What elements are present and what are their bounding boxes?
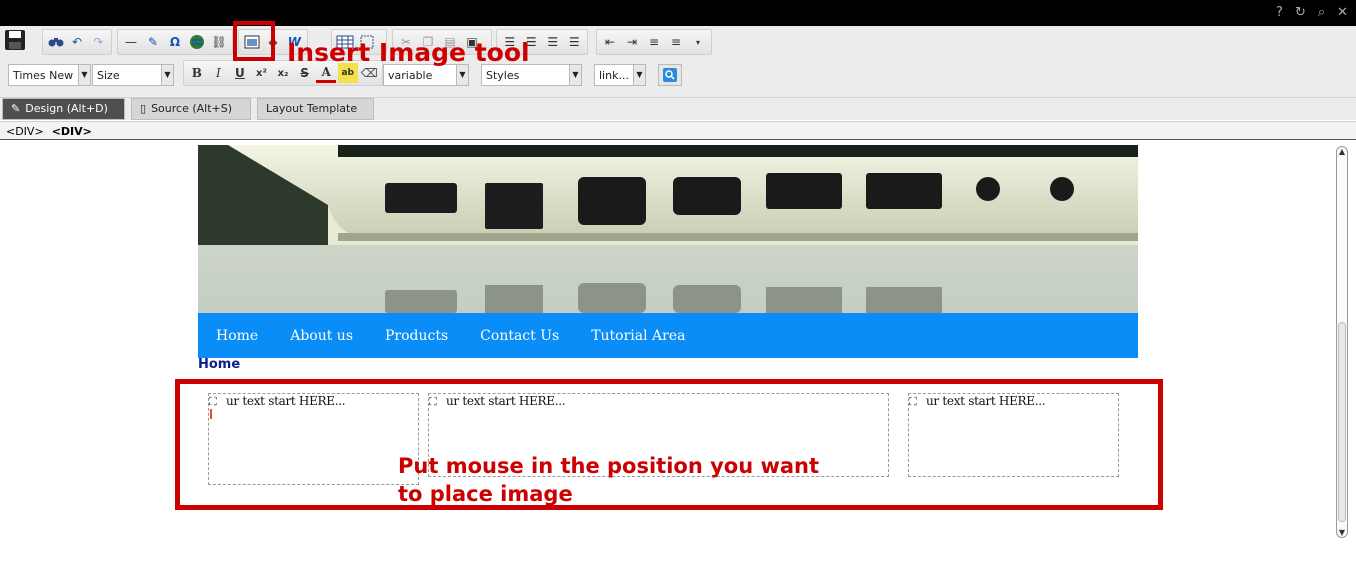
chevron-down-icon: ▼ xyxy=(161,65,173,85)
hero-image xyxy=(198,145,1138,313)
list-group: ⇤ ⇥ ≡ ≡ ▾ xyxy=(596,29,712,55)
special-char-icon[interactable]: Ω xyxy=(165,32,185,52)
path-item-current[interactable]: <DIV> xyxy=(52,125,92,138)
content-column-3[interactable]: ⛶ ur text start HERE... xyxy=(908,393,1119,477)
tab-layout-template[interactable]: Layout Template xyxy=(257,98,374,120)
redo-icon[interactable]: ↷ xyxy=(89,32,108,52)
font-family-value: Times New xyxy=(13,69,74,82)
undo-icon[interactable]: ↶ xyxy=(67,32,86,52)
content-column-1[interactable]: ⛶ ur text start HERE... xyxy=(208,393,419,485)
tab-layout-label: Layout Template xyxy=(266,102,358,115)
breadcrumb[interactable]: Home xyxy=(198,357,240,372)
tab-design[interactable]: ✎ Design (Alt+D) xyxy=(2,98,125,120)
insert-image-annotation: Insert Image tool xyxy=(287,38,530,67)
resize-handle-icon[interactable]: ⛶ xyxy=(429,395,445,409)
indent-icon[interactable]: ⇥ xyxy=(622,32,642,52)
editor-toolbars: ↶ ↷ — ✎ Ω ⛓ ◆ W ✂ ❐ ▤ ▣ ☰ ☰ ☰ ☰ ⇤ ⇥ ≡ ≡ … xyxy=(0,26,1356,98)
chevron-down-icon: ▼ xyxy=(569,65,581,85)
insert-group: — ✎ Ω ⛓ xyxy=(117,29,233,55)
align-right-icon[interactable]: ☰ xyxy=(543,32,563,52)
help-icon[interactable]: ? xyxy=(1272,5,1287,20)
scroll-up-icon[interactable]: ▲ xyxy=(1337,147,1347,156)
underline-icon[interactable]: U xyxy=(230,63,250,83)
refresh-icon[interactable]: ↻ xyxy=(1293,5,1308,20)
styles-select[interactable]: Styles ▼ xyxy=(481,64,582,86)
chevron-down-icon: ▼ xyxy=(78,65,90,85)
links-value: link... xyxy=(599,69,629,82)
chevron-down-icon: ▼ xyxy=(633,65,645,85)
site-nav: Home About us Products Contact Us Tutori… xyxy=(198,313,1138,358)
path-item[interactable]: <DIV> xyxy=(6,125,44,138)
text-cursor xyxy=(210,409,212,419)
close-icon[interactable]: ✕ xyxy=(1335,5,1350,20)
column-text[interactable]: ur text start HERE... xyxy=(926,394,1046,408)
scroll-down-icon[interactable]: ▼ xyxy=(1337,528,1347,537)
tab-source-label: Source (Alt+S) xyxy=(151,102,233,115)
find-icon[interactable] xyxy=(46,32,65,52)
tab-source[interactable]: ▯ Source (Alt+S) xyxy=(131,98,251,120)
align-justify-icon[interactable]: ☰ xyxy=(565,32,585,52)
toolbar-row-2: Times New ▼ Size ▼ B I U x² x₂ S A ab ⌫ … xyxy=(0,60,1356,90)
resize-handle-icon[interactable]: ⛶ xyxy=(209,395,225,409)
ordered-list-icon[interactable]: ≡ xyxy=(644,32,664,52)
insert-image-highlight xyxy=(233,21,275,61)
window-controls: ? ↻ ⌕ ✕ xyxy=(1272,5,1350,20)
instruction-line-1: Put mouse in the position you want xyxy=(398,454,820,478)
nav-item-home[interactable]: Home xyxy=(216,328,258,344)
save-icon[interactable] xyxy=(3,28,27,52)
scroll-thumb[interactable] xyxy=(1338,322,1346,522)
pencil-icon: ✎ xyxy=(11,102,21,115)
globe-icon[interactable] xyxy=(187,32,207,52)
unordered-list-icon[interactable]: ≡ xyxy=(666,32,686,52)
horizontal-rule-icon[interactable]: — xyxy=(121,32,141,52)
pen-icon[interactable]: ✎ xyxy=(143,32,163,52)
font-family-select[interactable]: Times New ▼ xyxy=(8,64,91,86)
column-text[interactable]: ur text start HERE... xyxy=(446,394,566,408)
vertical-scrollbar[interactable]: ▲ ▼ xyxy=(1336,146,1348,538)
document-icon: ▯ xyxy=(140,102,147,115)
column-text[interactable]: ur text start HERE... xyxy=(226,394,346,408)
edit-group: ↶ ↷ xyxy=(42,29,112,55)
nav-item-about[interactable]: About us xyxy=(290,328,353,344)
toolbar-row-1: ↶ ↷ — ✎ Ω ⛓ ◆ W ✂ ❐ ▤ ▣ ☰ ☰ ☰ ☰ ⇤ ⇥ ≡ ≡ … xyxy=(0,26,1356,58)
italic-icon[interactable]: I xyxy=(209,63,229,83)
resize-handle-icon[interactable]: ⛶ xyxy=(909,395,925,409)
bold-icon[interactable]: B xyxy=(187,63,207,83)
design-canvas[interactable]: Home About us Products Contact Us Tutori… xyxy=(0,141,1356,570)
paragraph-select[interactable]: variable ▼ xyxy=(383,64,469,86)
nav-item-contact[interactable]: Contact Us xyxy=(480,328,559,344)
unlink-icon[interactable]: ⛓ xyxy=(209,32,229,52)
nav-item-tutorial[interactable]: Tutorial Area xyxy=(591,328,685,344)
element-path-bar: <DIV> <DIV> xyxy=(0,121,1356,140)
editor-mode-tabs: ✎ Design (Alt+D) ▯ Source (Alt+S) Layout… xyxy=(0,98,1356,120)
chevron-down-icon: ▼ xyxy=(456,65,468,85)
preview-button[interactable] xyxy=(658,64,682,86)
zoom-icon[interactable]: ⌕ xyxy=(1314,5,1329,20)
nav-item-products[interactable]: Products xyxy=(385,328,448,344)
font-size-select[interactable]: Size ▼ xyxy=(92,64,174,86)
tab-design-label: Design (Alt+D) xyxy=(25,102,108,115)
more-options-icon[interactable]: ▾ xyxy=(688,32,708,52)
paragraph-value: variable xyxy=(388,69,433,82)
superscript-icon[interactable]: x² xyxy=(252,63,272,83)
font-size-value: Size xyxy=(97,69,120,82)
outdent-icon[interactable]: ⇤ xyxy=(600,32,620,52)
styles-value: Styles xyxy=(486,69,520,82)
links-select[interactable]: link... ▼ xyxy=(594,64,646,86)
instruction-line-2: to place image xyxy=(398,482,573,506)
window-titlebar: ? ↻ ⌕ ✕ xyxy=(0,0,1356,26)
instruction-annotation: Put mouse in the position you want to pl… xyxy=(398,452,819,508)
